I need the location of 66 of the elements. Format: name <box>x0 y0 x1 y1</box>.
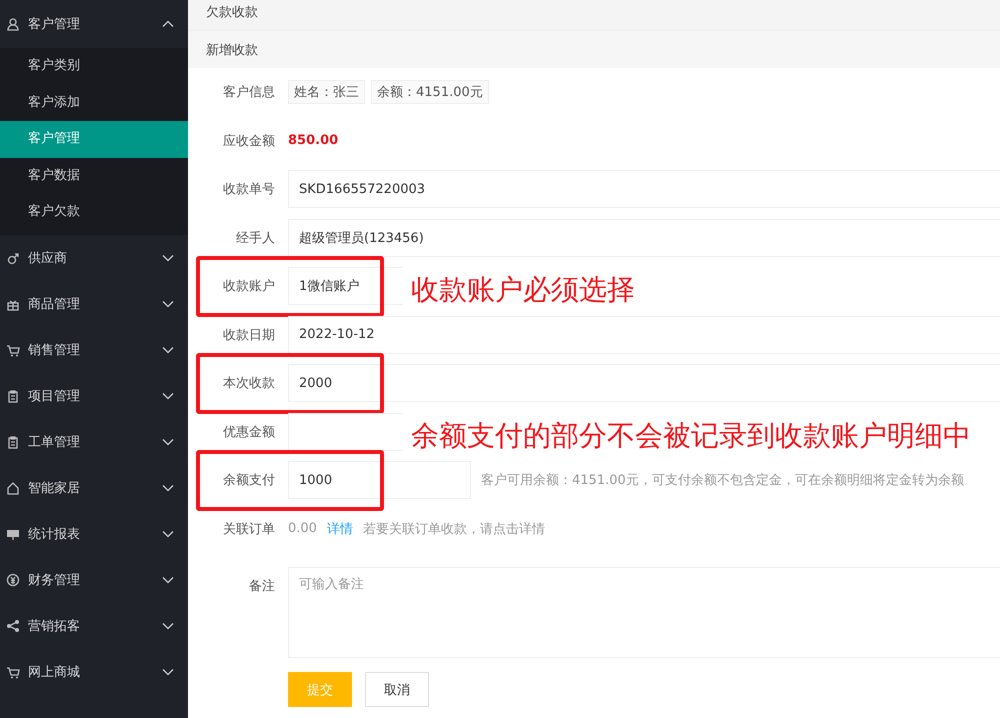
sidebar-item[interactable]: 项目管理 <box>0 372 188 418</box>
input-field[interactable]: 超级管理员(123456) <box>288 218 1000 257</box>
hint-text: 若要关联订单收款，请点击详情 <box>362 520 545 538</box>
field-label: 备注 <box>248 578 275 595</box>
amount-text: 850.00 <box>288 133 338 148</box>
chevron-down-icon <box>162 668 174 676</box>
sidebar-item[interactable]: 营销拓客 <box>0 602 188 648</box>
field-label: 客户信息 <box>222 84 275 102</box>
sidebar-item[interactable]: 智能家居 <box>0 464 188 510</box>
input-field[interactable]: 2000 <box>288 364 1000 402</box>
field-label: 经手人 <box>235 230 275 247</box>
field-label: 关联订单 <box>222 520 275 538</box>
sidebar-item[interactable]: 客户管理 <box>0 0 188 48</box>
chevron-down-icon <box>162 438 174 446</box>
chevron-down-icon <box>162 530 174 538</box>
house-icon <box>6 480 20 494</box>
yen-icon <box>6 572 20 586</box>
sidebar-item[interactable]: 财务管理 <box>0 556 188 602</box>
sidebar-item[interactable]: 商品管理 <box>0 280 188 326</box>
hint-text: 客户可用余额：4151.00元，可支付余额不包含定金，可在余额明细将定金转为余额 <box>481 472 964 490</box>
annotation-text: 余额支付的部分不会被记录到收款账户明细中 <box>411 418 971 454</box>
sidebar-item[interactable]: 工单管理 <box>0 418 188 464</box>
annotation-text: 收款账户必须选择 <box>411 272 635 308</box>
field-label: 收款单号 <box>222 181 275 198</box>
input-field[interactable]: 2022-10-12 <box>288 316 1000 354</box>
input-field[interactable]: 1微信账户 <box>288 267 403 306</box>
submenu-item[interactable]: 客户类别 <box>0 48 188 84</box>
field-label: 余额支付 <box>222 472 275 490</box>
input-field[interactable]: SKD166557220003 <box>288 170 1000 208</box>
submenu-item[interactable]: 客户数据 <box>0 158 188 194</box>
sidebar-item[interactable]: 统计报表 <box>0 510 188 556</box>
input-field[interactable] <box>288 412 403 451</box>
cancel-button[interactable]: 取消 <box>365 672 429 707</box>
cart-icon <box>6 664 20 678</box>
clipboard-icon <box>6 388 20 402</box>
submenu-item[interactable]: 客户管理 <box>0 121 188 158</box>
panel-title: 新增收款 <box>188 31 1000 68</box>
breadcrumb: 欠款收款 <box>188 0 1000 31</box>
field-label: 优惠金额 <box>222 424 275 441</box>
info-tag: 余额：4151.00元 <box>371 80 489 104</box>
sidebar-item[interactable]: 供应商 <box>0 234 188 280</box>
remark-field[interactable]: 可输入备注 <box>288 567 1000 658</box>
cart-icon <box>6 342 20 356</box>
chevron-down-icon <box>162 300 174 308</box>
chevron-down-icon <box>162 392 174 400</box>
field-label: 收款日期 <box>222 326 275 344</box>
submenu-item[interactable]: 客户欠款 <box>0 194 188 230</box>
chevron-up-icon <box>162 20 174 28</box>
amount-text: 0.00 <box>288 521 317 536</box>
chevron-down-icon <box>162 346 174 354</box>
clipboard-icon <box>6 434 20 448</box>
info-tag: 姓名：张三 <box>288 80 365 104</box>
chevron-down-icon <box>162 484 174 492</box>
sidebar-item[interactable]: 网上商城 <box>0 648 188 694</box>
male-icon <box>6 250 20 264</box>
field-label: 应收金额 <box>222 132 275 150</box>
sidebar-item[interactable]: 销售管理 <box>0 326 188 372</box>
chevron-down-icon <box>162 576 174 584</box>
chevron-down-icon <box>162 622 174 630</box>
submenu-item[interactable]: 客户添加 <box>0 84 188 121</box>
share-icon <box>6 618 20 632</box>
field-label: 收款账户 <box>222 278 275 296</box>
input-field[interactable]: 1000 <box>288 461 471 500</box>
chevron-down-icon <box>162 254 174 262</box>
user-icon <box>6 17 20 31</box>
field-label: 本次收款 <box>222 375 275 392</box>
